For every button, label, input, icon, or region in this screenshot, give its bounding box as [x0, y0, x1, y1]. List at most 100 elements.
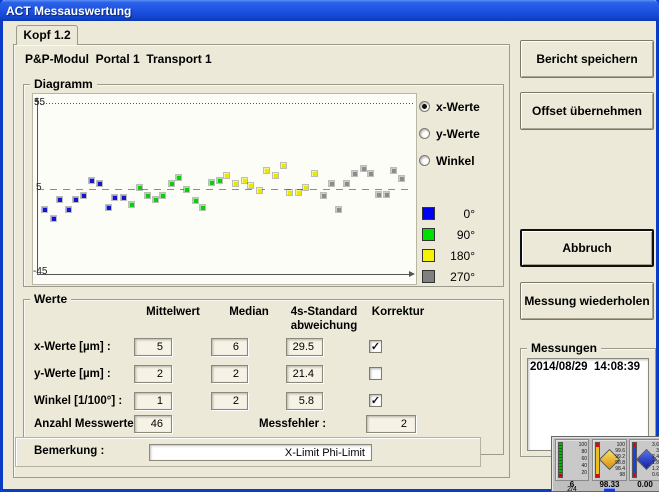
y-mittelwert-field[interactable]: 2	[134, 365, 172, 383]
scatter-point	[160, 193, 165, 198]
gauge-percent-panel: 10099.699.298.898.498	[592, 439, 627, 481]
upper-limit-line	[37, 103, 414, 104]
messung-list-item[interactable]: 2014/08/29 14:08:39	[528, 359, 648, 373]
button-label: Messung wiederholen	[524, 294, 649, 308]
legend-swatch	[422, 228, 435, 241]
scatter-plot: 55 5 -45	[32, 93, 417, 285]
legend-item: 0°	[422, 203, 475, 224]
korrektur-checkbox-winkel[interactable]: ✓	[369, 394, 382, 407]
legend-label: 0°	[435, 207, 475, 221]
scatter-point	[368, 171, 373, 176]
korrektur-checkbox-x[interactable]: ✓	[369, 340, 382, 353]
radio-icon	[419, 101, 430, 112]
row-label-winkel: Winkel [1/100°] :	[34, 392, 122, 410]
scatter-point	[233, 181, 238, 186]
scatter-point	[137, 185, 142, 190]
bemerkung-field[interactable]: X-Limit Phi-Limit	[149, 444, 372, 461]
scatter-point	[42, 207, 47, 212]
scatter-point	[209, 180, 214, 185]
scatter-point	[129, 202, 134, 207]
row-label-y-werte: y-Werte [µm] :	[34, 365, 111, 383]
legend-item: 180°	[422, 245, 475, 266]
scatter-point	[312, 171, 317, 176]
scatter-point	[51, 216, 56, 221]
y-tick-top: 55	[34, 97, 45, 108]
offset-uebernehmen-button[interactable]: Offset übernehmen	[520, 92, 654, 130]
bemerkung-panel: Bemerkung : X-Limit Phi-Limit	[15, 437, 481, 467]
x-axis-arrow-icon	[409, 271, 415, 277]
scatter-point	[321, 193, 326, 198]
radio-label: x-Werte	[436, 100, 480, 114]
gauge-percent-value: 98.33	[592, 481, 627, 488]
scatter-point	[336, 207, 341, 212]
messfehler-label: Messfehler :	[259, 415, 326, 433]
tab-label: Kopf 1.2	[23, 28, 70, 42]
messfehler-field[interactable]: 2	[366, 415, 416, 433]
scatter-point	[344, 181, 349, 186]
scatter-point	[121, 195, 126, 200]
radio-x-werte[interactable]: x-Werte	[419, 93, 480, 120]
gauge-error-panel: 3.632.41.81.20.6	[629, 439, 659, 481]
messung-wiederholen-button[interactable]: Messung wiederholen	[520, 282, 654, 320]
module-header: P&P-Modul Portal 1 Transport 1	[25, 52, 212, 66]
header-korrektur: Korrektur	[353, 306, 443, 318]
x-stdabw-field[interactable]: 29.5	[286, 338, 323, 356]
x-median-field[interactable]: 6	[211, 338, 248, 356]
scatter-point	[224, 173, 229, 178]
scatter-point	[193, 198, 198, 203]
gauge-count-panel: 10080604020	[555, 439, 589, 481]
legend-swatch	[422, 249, 435, 262]
button-label: Bericht speichern	[536, 52, 637, 66]
anzahl-messwerte-label: Anzahl Messwerte :	[34, 415, 141, 433]
radio-winkel[interactable]: Winkel	[419, 147, 480, 174]
scatter-point	[169, 181, 174, 186]
bericht-speichern-button[interactable]: Bericht speichern	[520, 40, 654, 78]
scatter-point	[73, 197, 78, 202]
act-messauswertung-window: ACT Messauswertung Kopf 1.2 P&P-Modul Po…	[0, 0, 659, 492]
scatter-point	[153, 197, 158, 202]
led-bar-gauge-icon	[558, 442, 563, 478]
plot-legend: 0° 90° 180° 270°	[422, 203, 475, 287]
x-mittelwert-field[interactable]: 5	[134, 338, 172, 356]
legend-label: 180°	[435, 249, 475, 263]
value-type-radio-group: x-Werte y-Werte Winkel	[419, 93, 480, 174]
diagram-group: Diagramm 55 5 -45 x-Werte y-Werte	[23, 84, 504, 287]
legend-item: 90°	[422, 224, 475, 245]
scatter-point	[281, 163, 286, 168]
scatter-point	[296, 190, 301, 195]
y-tick-bottom: -45	[33, 266, 47, 277]
status-gauge-widget: 10080604020 10099.699.298.898.498 3.632.…	[551, 436, 659, 492]
bemerkung-label: Bemerkung :	[34, 445, 104, 457]
radio-icon	[419, 155, 430, 166]
legend-item: 270°	[422, 266, 475, 287]
scatter-point	[264, 168, 269, 173]
radio-y-werte[interactable]: y-Werte	[419, 120, 480, 147]
button-label: Offset übernehmen	[532, 104, 642, 118]
scatter-point	[184, 187, 189, 192]
scatter-point	[97, 181, 102, 186]
y-median-field[interactable]: 2	[211, 365, 248, 383]
winkel-stdabw-field[interactable]: 5.8	[286, 392, 323, 410]
scatter-point	[361, 166, 366, 171]
scatter-point	[112, 195, 117, 200]
diagram-group-label: Diagramm	[30, 77, 97, 91]
scatter-point	[352, 171, 357, 176]
scatter-point	[106, 205, 111, 210]
gauge-tick-labels: 3.632.41.81.20.6	[645, 442, 659, 478]
scatter-point	[66, 207, 71, 212]
winkel-mittelwert-field[interactable]: 1	[134, 392, 172, 410]
anzahl-messwerte-field[interactable]: 46	[134, 415, 172, 433]
winkel-median-field[interactable]: 2	[211, 392, 248, 410]
korrektur-checkbox-y[interactable]	[369, 367, 382, 380]
gauge-tick-labels: 10080604020	[573, 442, 587, 477]
y-stdabw-field[interactable]: 21.4	[286, 365, 323, 383]
gauge-count-subvalue: 2/4	[555, 487, 589, 493]
title-bar[interactable]: ACT Messauswertung	[0, 0, 659, 21]
abbruch-button[interactable]: Abbruch	[520, 229, 654, 267]
gauge-error-value: 0.00	[629, 481, 659, 488]
scatter-point	[329, 181, 334, 186]
scatter-point	[391, 168, 396, 173]
scatter-point	[384, 192, 389, 197]
tab-kopf-1-2[interactable]: Kopf 1.2	[16, 25, 78, 45]
scatter-point	[176, 175, 181, 180]
